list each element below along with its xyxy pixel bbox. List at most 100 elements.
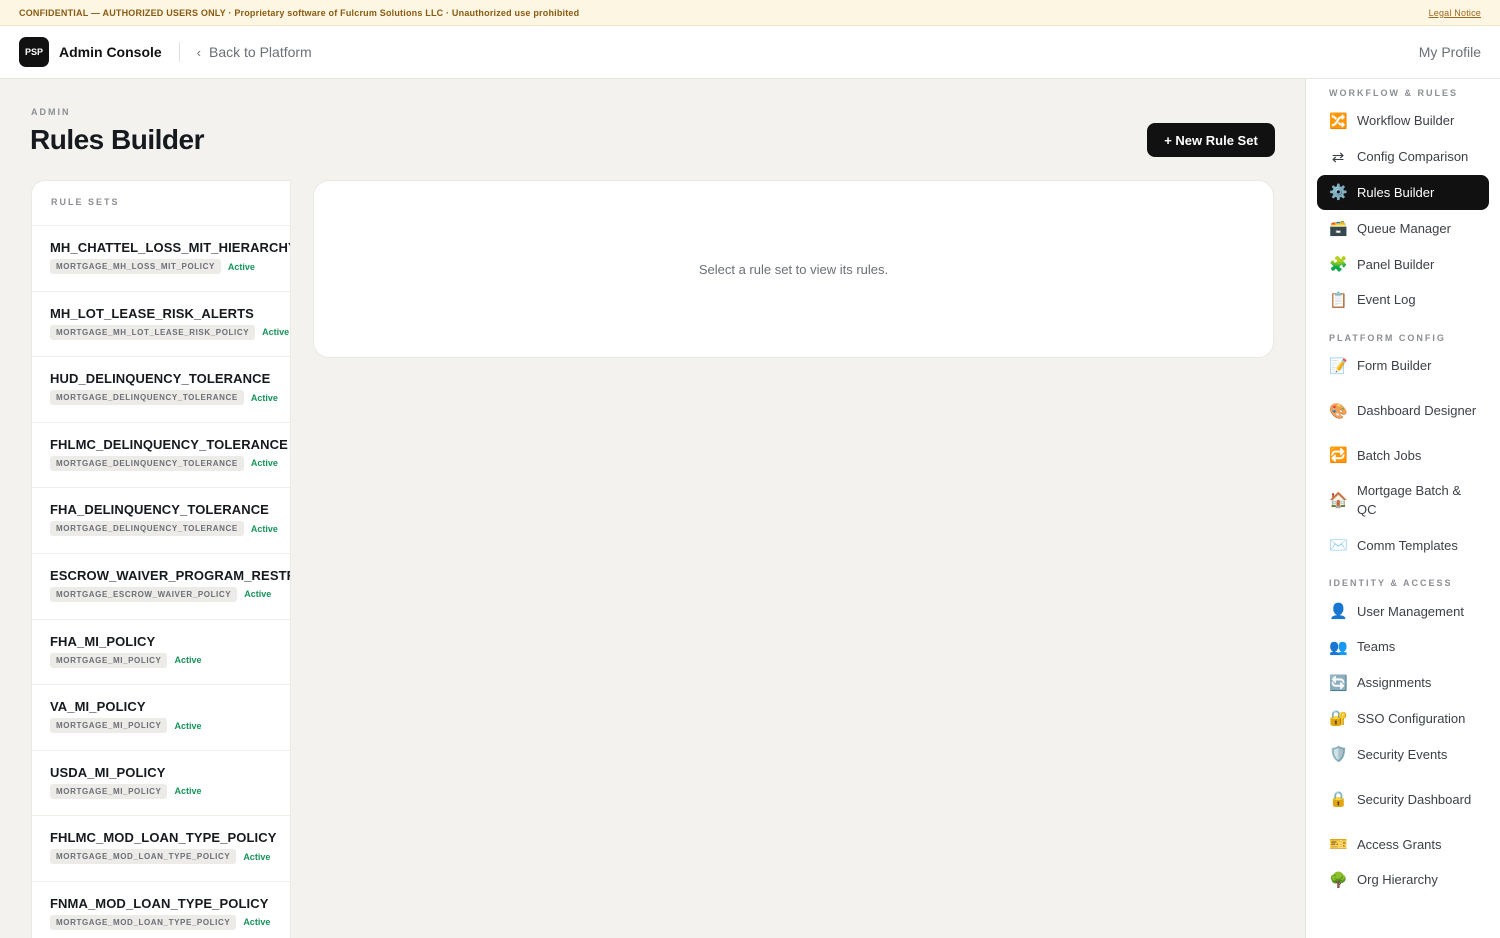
rule-set-item[interactable]: HUD_DELINQUENCY_TOLERANCE MORTGAGE_DELINQ…: [32, 357, 290, 423]
rule-set-name: MH_LOT_LEASE_RISK_ALERTS: [50, 305, 254, 321]
empty-state-text: Select a rule set to view its rules.: [698, 261, 889, 277]
sidebar-item-label: Comm Templates: [1357, 537, 1458, 553]
rule-set-name: MH_CHATTEL_LOSS_MIT_HIERARCHY: [50, 240, 290, 255]
sidebar-item-label: Assignments: [1357, 675, 1432, 691]
sidebar-item-label: SSO Configuration: [1357, 710, 1466, 726]
sidebar-item-panel-builder[interactable]: 🧩 Panel Builder: [1317, 246, 1489, 282]
rule-set-meta: MORTGAGE_DELINQUENCY_TOLERANCE Active: [50, 455, 290, 471]
refresh-icon: 🔄: [1329, 674, 1348, 692]
status-badge: Active: [243, 851, 271, 862]
status-badge: Active: [250, 523, 278, 534]
sidebar-section-title: IDENTITY & ACCESS: [1329, 578, 1453, 589]
sidebar-item-label: Form Builder: [1357, 358, 1432, 374]
rule-set-meta: MORTGAGE_MOD_LOAN_TYPE_POLICY Active: [50, 849, 290, 865]
rule-set-policy-tag: MORTGAGE_DELINQUENCY_TOLERANCE: [50, 390, 244, 406]
rule-set-meta: MORTGAGE_MH_LOT_LEASE_RISK_POLICY Active: [50, 324, 290, 340]
back-label: Back to Platform: [209, 44, 312, 60]
rule-set-item[interactable]: ESCROW_WAIVER_PROGRAM_RESTRICTIONS MORTGA…: [32, 554, 290, 620]
legal-notice-link[interactable]: Legal Notice: [1429, 8, 1481, 18]
clipboard-icon: 📋: [1329, 291, 1348, 309]
sidebar-section-title: PLATFORM CONFIG: [1329, 332, 1446, 343]
sidebar-item-label: Access Grants: [1357, 836, 1442, 852]
repeat-icon: 🔁: [1329, 447, 1348, 465]
card-file-box-icon: 🗃️: [1329, 220, 1348, 238]
banner-text: CONFIDENTIAL — AUTHORIZED USERS ONLY · P…: [19, 7, 580, 18]
rule-set-item[interactable]: VA_MI_POLICY MORTGAGE_MI_POLICY Active: [32, 685, 290, 751]
rule-sets-header: RULE SETS: [32, 181, 290, 226]
sidebar-item-rules-builder[interactable]: ⚙️ Rules Builder: [1317, 174, 1489, 211]
sidebar-item-mortgage-batch-and-qc[interactable]: 🏠 Mortgage Batch & QC: [1317, 473, 1489, 527]
sidebar-item-label: Config Comparison: [1357, 149, 1469, 165]
sidebar-item-form-builder[interactable]: 📝 Form Builder: [1317, 348, 1489, 384]
rule-set-meta: MORTGAGE_MI_POLICY Active: [50, 652, 290, 668]
sidebar-item-org-hierarchy[interactable]: 🌳 Org Hierarchy: [1317, 862, 1489, 898]
sidebar-item-assignments[interactable]: 🔄 Assignments: [1317, 665, 1489, 701]
rule-set-name: FNMA_MOD_LOAN_TYPE_POLICY: [50, 895, 269, 911]
sidebar-item-label: Org Hierarchy: [1357, 872, 1438, 888]
sidebar-item-label: Queue Manager: [1357, 220, 1451, 236]
sidebar-item-security-dashboard[interactable]: 🔒 Security Dashboard: [1317, 772, 1489, 826]
rule-set-item[interactable]: FHA_MI_POLICY MORTGAGE_MI_POLICY Active: [32, 620, 290, 686]
rule-set-item[interactable]: FNMA_MOD_LOAN_TYPE_POLICY MORTGAGE_MOD_LO…: [32, 882, 290, 938]
sidebar-item-access-grants[interactable]: 🎫 Access Grants: [1317, 826, 1489, 862]
ticket-icon: 🎫: [1329, 836, 1348, 854]
sidebar-item-user-management[interactable]: 👤 User Management: [1317, 593, 1489, 629]
rule-set-policy-tag: MORTGAGE_MOD_LOAN_TYPE_POLICY: [50, 849, 237, 865]
rule-set-name: USDA_MI_POLICY: [50, 764, 166, 780]
sidebar-item-queue-manager[interactable]: 🗃️ Queue Manager: [1317, 210, 1489, 246]
status-badge: Active: [262, 327, 290, 338]
sidebar-item-security-events[interactable]: 🛡️ Security Events: [1317, 736, 1489, 772]
back-to-platform-link[interactable]: ‹ Back to Platform: [197, 44, 312, 60]
shield-icon: 🛡️: [1329, 746, 1348, 764]
shuffle-icon: 🔀: [1329, 112, 1348, 130]
rule-set-meta: MORTGAGE_MOD_LOAN_TYPE_POLICY Active: [50, 914, 290, 930]
status-badge: Active: [174, 786, 202, 797]
sidebar-item-sso-configuration[interactable]: 🔐 SSO Configuration: [1317, 701, 1489, 737]
sidebar-item-teams[interactable]: 👥 Teams: [1317, 629, 1489, 665]
rule-detail-panel: Select a rule set to view its rules.: [313, 180, 1274, 358]
app-logo: PSP: [19, 37, 49, 67]
rule-set-item[interactable]: FHA_DELINQUENCY_TOLERANCE MORTGAGE_DELINQ…: [32, 488, 290, 554]
status-badge: Active: [174, 655, 202, 666]
rule-set-item[interactable]: FHLMC_MOD_LOAN_TYPE_POLICY MORTGAGE_MOD_L…: [32, 816, 290, 882]
rule-set-policy-tag: MORTGAGE_MH_LOSS_MIT_POLICY: [50, 259, 221, 274]
rule-sets-list: MH_CHATTEL_LOSS_MIT_HIERARCHY MORTGAGE_MH…: [32, 226, 290, 938]
rule-set-item[interactable]: FHLMC_DELINQUENCY_TOLERANCE MORTGAGE_DELI…: [32, 423, 290, 489]
rule-set-policy-tag: MORTGAGE_DELINQUENCY_TOLERANCE: [50, 521, 244, 537]
sidebar-item-label: Teams: [1357, 639, 1396, 655]
status-badge: Active: [250, 458, 278, 469]
palette-icon: 🎨: [1329, 402, 1348, 420]
sidebar-item-dashboard-designer[interactable]: 🎨 Dashboard Designer: [1317, 384, 1489, 438]
confidential-banner: CONFIDENTIAL — AUTHORIZED USERS ONLY · P…: [0, 0, 1500, 26]
rule-set-policy-tag: MORTGAGE_MI_POLICY: [50, 718, 168, 734]
rule-set-item[interactable]: USDA_MI_POLICY MORTGAGE_MI_POLICY Active: [32, 751, 290, 817]
rule-set-policy-tag: MORTGAGE_MI_POLICY: [50, 652, 168, 668]
puzzle-piece-icon: 🧩: [1329, 256, 1348, 274]
header-divider: [178, 42, 180, 62]
memo-icon: 📝: [1329, 357, 1348, 375]
page-eyebrow: ADMIN: [31, 107, 71, 117]
sidebar-item-config-comparison[interactable]: ⇄ Config Comparison: [1317, 139, 1489, 175]
rule-set-name: VA_MI_POLICY: [50, 699, 146, 715]
user-icon: 👤: [1329, 603, 1348, 621]
sidebar-item-workflow-builder[interactable]: 🔀 Workflow Builder: [1317, 103, 1489, 139]
sidebar-item-event-log[interactable]: 📋 Event Log: [1317, 282, 1489, 318]
status-badge: Active: [174, 720, 202, 731]
rule-set-item[interactable]: MH_CHATTEL_LOSS_MIT_HIERARCHY MORTGAGE_MH…: [32, 226, 290, 292]
my-profile-link[interactable]: My Profile: [1419, 44, 1481, 60]
sidebar-item-batch-jobs[interactable]: 🔁 Batch Jobs: [1317, 438, 1489, 474]
new-rule-set-button[interactable]: + New Rule Set: [1147, 123, 1275, 157]
rule-set-meta: MORTGAGE_DELINQUENCY_TOLERANCE Active: [50, 521, 290, 537]
sidebar-item-label: Event Log: [1357, 292, 1416, 308]
rule-set-name: FHA_MI_POLICY: [50, 633, 156, 649]
lock-key-icon: 🔐: [1329, 710, 1348, 728]
sidebar-item-comm-templates[interactable]: ✉️ Comm Templates: [1317, 527, 1489, 563]
rule-set-item[interactable]: MH_LOT_LEASE_RISK_ALERTS MORTGAGE_MH_LOT_…: [32, 292, 290, 358]
rule-set-meta: MORTGAGE_MH_LOSS_MIT_POLICY Active: [50, 259, 290, 274]
sidebar-item-label: Security Events: [1357, 746, 1448, 762]
tree-icon: 🌳: [1329, 871, 1348, 889]
rule-set-meta: MORTGAGE_DELINQUENCY_TOLERANCE Active: [50, 390, 290, 406]
lock-icon: 🔒: [1329, 791, 1348, 809]
rule-set-meta: MORTGAGE_MI_POLICY Active: [50, 718, 290, 734]
rule-set-policy-tag: MORTGAGE_DELINQUENCY_TOLERANCE: [50, 455, 244, 471]
